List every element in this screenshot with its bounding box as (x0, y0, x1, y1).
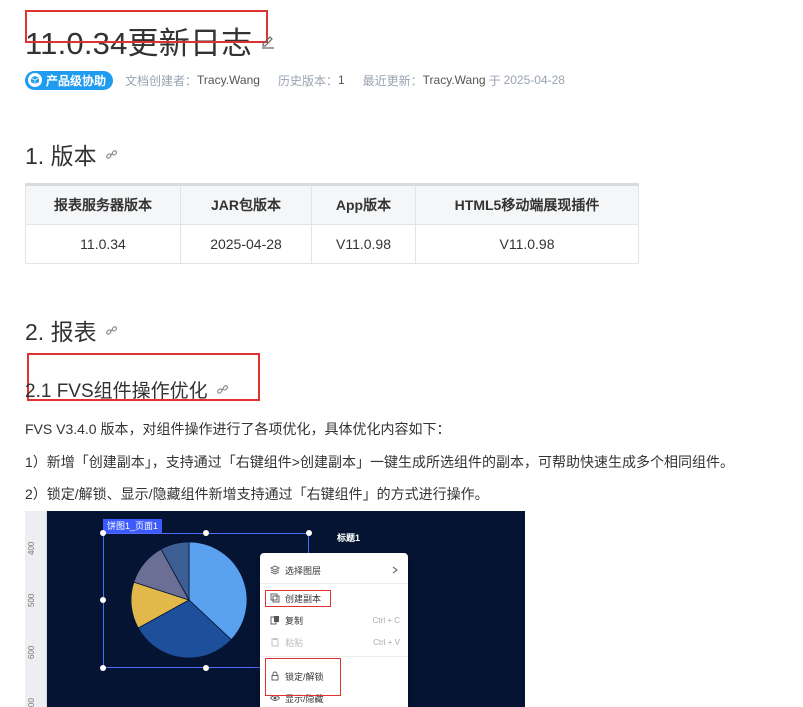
intro-paragraph: FVS V3.4.0 版本，对组件操作进行了各项优化，具体优化内容如下： (25, 421, 451, 437)
table-header-cell: 报表服务器版本 (25, 183, 181, 225)
chevron-right-icon (392, 566, 398, 574)
ruler-tick-label: 600 (27, 645, 36, 659)
version-table: 报表服务器版本 JAR包版本 App版本 HTML5移动端展现插件 11.0.3… (25, 183, 639, 264)
menu-item-label: 粘贴 (285, 637, 304, 648)
resize-handle[interactable] (203, 530, 209, 536)
resize-handle[interactable] (100, 665, 106, 671)
embedded-screenshot: 400 500 600 00 饼图1_页面1 标题1 选择图层 创建副本 复制 … (25, 511, 525, 707)
cube-icon (28, 73, 42, 87)
menu-divider (260, 656, 408, 657)
layers-icon (270, 565, 280, 575)
copy-icon (270, 616, 279, 625)
edit-icon[interactable] (260, 34, 276, 50)
table-cell: V11.0.98 (311, 224, 416, 264)
resize-handle[interactable] (100, 597, 106, 603)
creator-name[interactable]: Tracy.Wang (197, 73, 260, 87)
selection-label: 饼图1_页面1 (103, 519, 163, 533)
updated-by[interactable]: Tracy.Wang (423, 73, 486, 87)
section-heading-version: 1. 版本 (25, 137, 118, 171)
section-heading-report-text: 2. 报表 (25, 319, 97, 345)
menu-item-select-layer[interactable]: 选择图层 (260, 559, 408, 581)
annotation-box-lock-show (265, 658, 341, 696)
table-cell: 11.0.34 (25, 224, 181, 264)
updated-label: 最近更新： (362, 73, 423, 88)
anchor-link-icon[interactable] (105, 324, 118, 337)
list-item: 2）锁定/解锁、显示/隐藏组件新增支持通过「右键组件」的方式进行操作。 (25, 486, 489, 502)
menu-item-paste[interactable]: 粘贴 Ctrl + V (260, 631, 408, 653)
table-header-row: 报表服务器版本 JAR包版本 App版本 HTML5移动端展现插件 (25, 183, 639, 225)
subsection-heading-fvs: 2.1 FVS组件操作优化 (25, 376, 229, 403)
menu-shortcut: Ctrl + C (372, 615, 400, 625)
paste-icon (271, 638, 279, 647)
product-assist-badge[interactable]: 产品级协助 (25, 70, 114, 90)
history-count[interactable]: 1 (338, 73, 345, 87)
context-menu: 选择图层 创建副本 复制 Ctrl + C 粘贴 Ctrl + V 锁定/解锁 … (260, 553, 408, 707)
table-header-cell: JAR包版本 (180, 183, 312, 225)
creator-label: 文档创建者： (125, 73, 198, 88)
resize-handle[interactable] (306, 530, 312, 536)
updated-on-word: 于 (488, 73, 501, 88)
anchor-link-icon[interactable] (105, 148, 118, 161)
ruler-tick-label: 500 (27, 593, 36, 607)
badge-label: 产品级协助 (46, 73, 107, 88)
table-cell: 2025-04-28 (180, 224, 312, 264)
subsection-heading-fvs-text: 2.1 FVS组件操作优化 (25, 381, 208, 402)
history-label: 历史版本： (277, 73, 338, 88)
anchor-link-icon[interactable] (216, 383, 229, 396)
doc-meta: 产品级协助 文档创建者： Tracy.Wang 历史版本： 1 最近更新： Tr… (25, 70, 565, 90)
vertical-ruler: 400 500 600 00 (25, 511, 47, 707)
pie-chart (130, 541, 248, 659)
table-header-cell: App版本 (311, 183, 416, 225)
table-cell: V11.0.98 (415, 224, 639, 264)
table-header-cell: HTML5移动端展现插件 (415, 183, 639, 225)
annotation-box-title (25, 10, 268, 43)
annotation-box-create-copy (265, 590, 331, 607)
resize-handle[interactable] (100, 530, 106, 536)
section-heading-report: 2. 报表 (25, 313, 118, 347)
ruler-tick-label: 00 (27, 698, 36, 707)
menu-item-label: 选择图层 (285, 565, 322, 576)
list-item: 1）新增「创建副本」，支持通过「右键组件>创建副本」一键生成所选组件的副本，可帮… (25, 454, 734, 470)
menu-divider (260, 583, 408, 584)
ruler-tick-label: 400 (27, 541, 36, 555)
menu-item-copy[interactable]: 复制 Ctrl + C (260, 609, 408, 631)
section-heading-version-text: 1. 版本 (25, 143, 97, 169)
updated-date: 2025-04-28 (503, 73, 565, 87)
menu-shortcut: Ctrl + V (373, 637, 400, 647)
resize-handle[interactable] (203, 665, 209, 671)
table-row: 11.0.34 2025-04-28 V11.0.98 V11.0.98 (25, 224, 639, 264)
menu-item-label: 复制 (285, 615, 304, 626)
chart-title: 标题1 (337, 533, 361, 543)
